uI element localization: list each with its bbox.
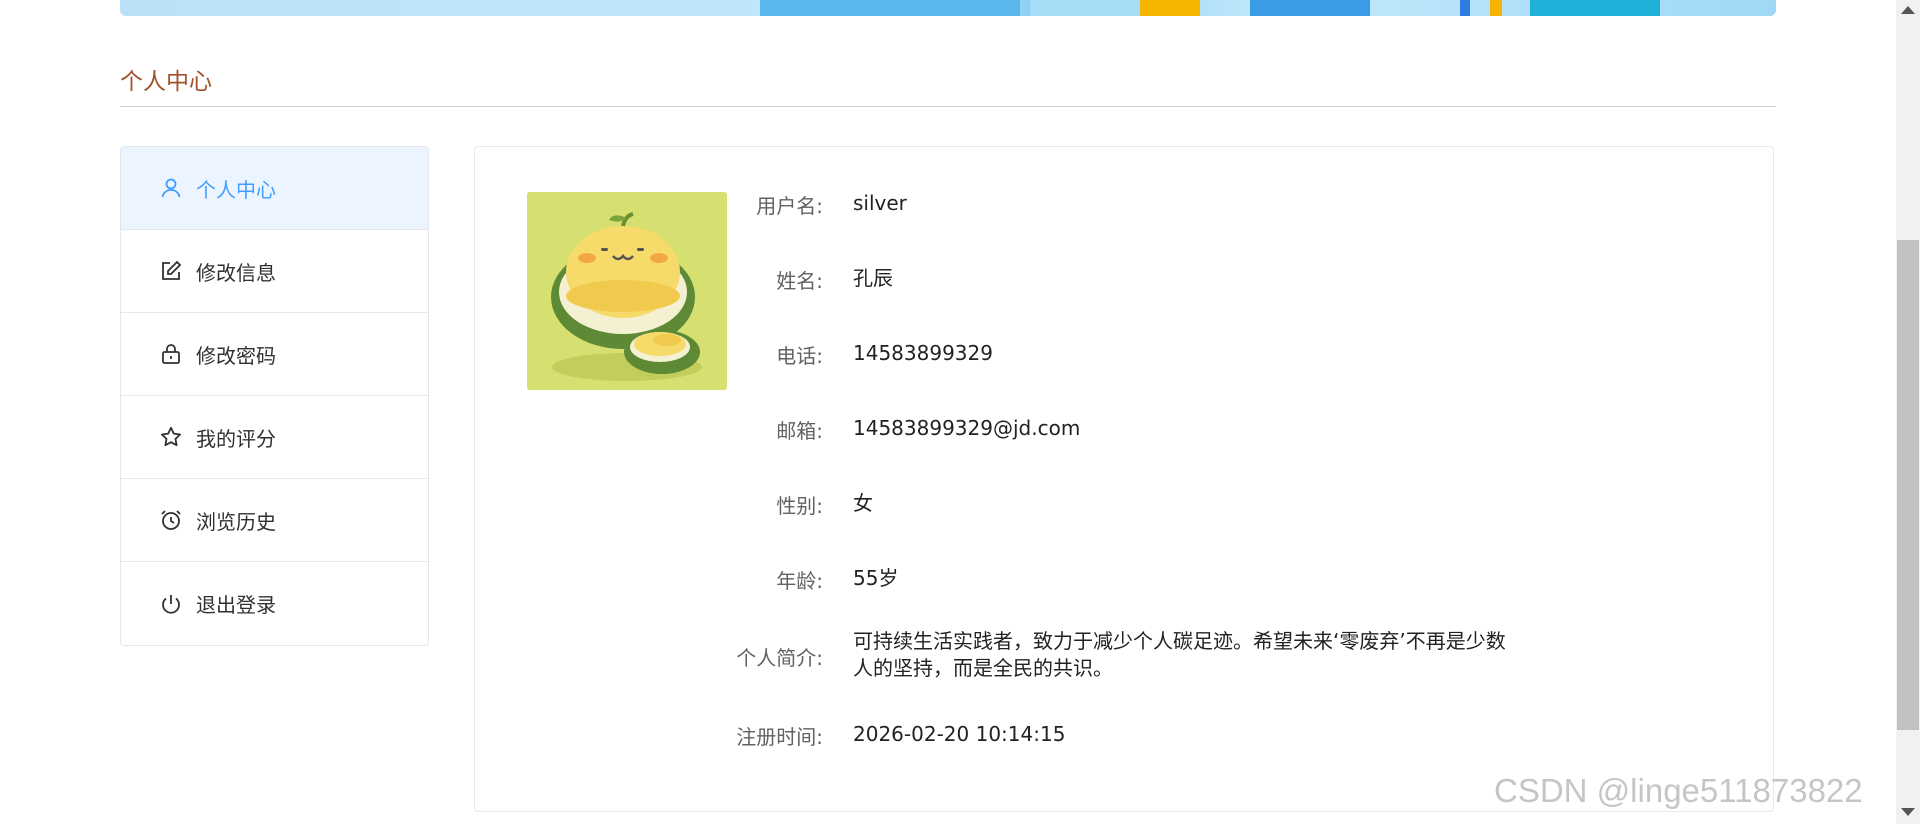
info-value: silver [853, 191, 907, 215]
scroll-down-arrow-icon[interactable] [1901, 808, 1915, 816]
star-icon [159, 425, 183, 449]
info-row-name: 姓名: 孔辰 [475, 265, 1513, 294]
info-label: 用户名: [756, 194, 823, 218]
info-value: 14583899329 [853, 341, 993, 365]
sidebar-item-edit-info[interactable]: 修改信息 [121, 230, 428, 313]
watermark: CSDN @linge511873822 [1494, 772, 1863, 809]
info-value: 女 [853, 491, 873, 515]
sidebar-item-label: 修改密码 [196, 343, 276, 368]
page-title: 个人中心 [120, 69, 212, 95]
heading-divider [120, 106, 1776, 107]
info-label: 性别: [776, 494, 823, 518]
info-row-username: 用户名: silver [475, 190, 1513, 219]
banner-shape [1140, 0, 1200, 16]
info-label: 电话: [776, 344, 823, 368]
info-label: 姓名: [776, 269, 823, 293]
sidebar-item-logout[interactable]: 退出登录 [121, 562, 428, 645]
banner-shape [1530, 0, 1660, 16]
info-row-register-time: 注册时间: 2026-02-20 10:14:15 [475, 721, 1513, 750]
banner-shape [1460, 0, 1470, 16]
profile-card: 用户名: silver 姓名: 孔辰 电话: 14583899329 邮箱: 1… [474, 146, 1774, 812]
banner-shape [760, 0, 1020, 16]
banner-shape [1030, 0, 1150, 16]
sidebar-item-label: 我的评分 [196, 426, 276, 451]
sidebar-item-label: 退出登录 [196, 593, 276, 617]
info-value: 可持续生活实践者，致力于减少个人碳足迹。希望未来‘零废弃’不再是少数人的坚持，而… [853, 629, 1506, 680]
info-label: 注册时间: [736, 725, 823, 749]
sidebar-item-label: 浏览历史 [196, 509, 276, 534]
banner-shape [1490, 0, 1502, 16]
sidebar-item-profile[interactable]: 个人中心 [121, 147, 428, 230]
power-icon [159, 592, 183, 616]
info-value: 14583899329@jd.com [853, 416, 1081, 440]
lock-icon [159, 342, 183, 366]
sidebar-item-my-ratings[interactable]: 我的评分 [121, 396, 428, 479]
scroll-up-arrow-icon[interactable] [1901, 6, 1915, 14]
alarm-clock-icon [159, 508, 183, 532]
sidebar-menu: 个人中心 修改信息 修改密码 我的评分 浏览历史 退出登录 [120, 146, 429, 646]
info-label: 年龄: [776, 569, 823, 593]
info-value: 55岁 [853, 566, 899, 590]
banner-shape [1250, 0, 1370, 16]
sidebar-item-label: 个人中心 [196, 177, 276, 202]
info-row-phone: 电话: 14583899329 [475, 340, 1513, 369]
info-value: 2026-02-20 10:14:15 [853, 722, 1066, 746]
scrollbar-thumb[interactable] [1897, 240, 1919, 730]
info-row-age: 年龄: 55岁 [475, 565, 1513, 594]
info-label: 个人简介: [736, 646, 823, 670]
info-value: 孔辰 [853, 266, 893, 290]
edit-icon [159, 259, 183, 283]
info-row-bio: 个人简介: 可持续生活实践者，致力于减少个人碳足迹。希望未来‘零废弃’不再是少数… [475, 628, 1513, 682]
info-label: 邮箱: [776, 419, 823, 443]
sidebar-item-browse-history[interactable]: 浏览历史 [121, 479, 428, 562]
sidebar-item-change-password[interactable]: 修改密码 [121, 313, 428, 396]
top-banner [120, 0, 1776, 16]
sidebar-item-label: 修改信息 [196, 260, 276, 285]
info-row-gender: 性别: 女 [475, 490, 1513, 519]
info-row-email: 邮箱: 14583899329@jd.com [475, 415, 1513, 444]
user-icon [159, 176, 183, 200]
